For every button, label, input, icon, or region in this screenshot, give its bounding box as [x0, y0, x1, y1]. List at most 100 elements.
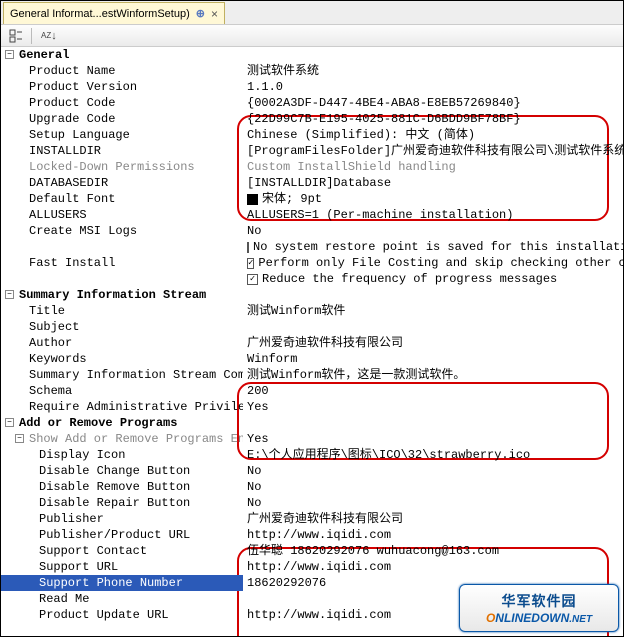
property-value[interactable] [243, 287, 623, 303]
property-label: Product Code [1, 95, 243, 111]
prop-sis_reqadmin[interactable]: Require Administrative PrivilegesYes [1, 399, 623, 415]
prop-sis_schema[interactable]: Schema200 [1, 383, 623, 399]
property-value[interactable]: 测试Winform软件，这是一款测试软件。 [243, 367, 623, 383]
property-value[interactable]: ✓Reduce the frequency of progress messag… [243, 271, 623, 287]
collapse-icon[interactable]: − [5, 50, 14, 59]
prop-arp_supporturl[interactable]: Support URLhttp://www.iqidi.com [1, 559, 623, 575]
prop-create_msi_logs[interactable]: Create MSI LogsNo [1, 223, 623, 239]
tab-general-information[interactable]: General Informat...estWinformSetup) ⊕ × [3, 2, 225, 24]
property-value[interactable]: 伍华聪 18620292076 wuhuacong@163.com [243, 543, 623, 559]
property-value[interactable]: 200 [243, 383, 623, 399]
prop-arp_readme[interactable]: Read Me [1, 591, 623, 607]
sort-az-button[interactable]: AZ↓ [38, 27, 60, 45]
tab-title: General Informat...estWinformSetup) [10, 8, 190, 20]
property-value[interactable]: http://www.iqidi.com [243, 527, 623, 543]
property-value[interactable]: 18620292076 [243, 575, 623, 591]
property-value[interactable]: http://www.iqidi.com [243, 559, 623, 575]
prop-setup_language[interactable]: Setup LanguageChinese (Simplified): 中文 (… [1, 127, 623, 143]
prop-arp_remove[interactable]: Disable Remove ButtonNo [1, 479, 623, 495]
property-value[interactable]: 测试Winform软件 [243, 303, 623, 319]
property-value[interactable] [243, 319, 623, 335]
prop-product_code[interactable]: Product Code{0002A3DF-D447-4BE4-ABA8-E8E… [1, 95, 623, 111]
property-label: Upgrade Code [1, 111, 243, 127]
prop-locked_down[interactable]: Locked-Down PermissionsCustom InstallShi… [1, 159, 623, 175]
prop-sis_author[interactable]: Author广州爱奇迪软件科技有限公司 [1, 335, 623, 351]
property-label: Summary Information Stream [1, 287, 243, 303]
property-value[interactable]: [ProgramFilesFolder]广州爱奇迪软件科技有限公司\测试软件系统 [243, 143, 623, 159]
prop-upgrade_code[interactable]: Upgrade Code{22D99C7B-E195-4025-881C-D6B… [1, 111, 623, 127]
property-value[interactable] [243, 47, 623, 63]
section-arp[interactable]: −Add or Remove Programs [1, 415, 623, 431]
property-label: Publisher/Product URL [1, 527, 243, 543]
property-value[interactable]: http://www.iqidi.com [243, 607, 623, 623]
property-value[interactable]: Yes [243, 399, 623, 415]
toolbar-separator [31, 28, 32, 44]
property-value[interactable]: ✓Perform only File Costing and skip chec… [243, 255, 623, 271]
property-value[interactable]: 1.1.0 [243, 79, 623, 95]
prop-product_version[interactable]: Product Version1.1.0 [1, 79, 623, 95]
pin-icon[interactable]: ⊕ [196, 7, 205, 20]
property-value[interactable]: 广州爱奇迪软件科技有限公司 [243, 511, 623, 527]
property-value[interactable]: {0002A3DF-D447-4BE4-ABA8-E8EB57269840} [243, 95, 623, 111]
property-value[interactable]: Chinese (Simplified): 中文 (简体) [243, 127, 623, 143]
property-label: Support Contact [1, 543, 243, 559]
property-value[interactable]: No [243, 463, 623, 479]
prop-allusers[interactable]: ALLUSERSALLUSERS=1 (Per-machine installa… [1, 207, 623, 223]
prop-arp_publisher[interactable]: Publisher广州爱奇迪软件科技有限公司 [1, 511, 623, 527]
prop-fast-install-opt[interactable]: Fast Install✓Perform only File Costing a… [1, 255, 623, 271]
prop-arp_contact[interactable]: Support Contact伍华聪 18620292076 wuhuacong… [1, 543, 623, 559]
property-value[interactable]: 测试软件系统 [243, 63, 623, 79]
property-value[interactable] [243, 591, 623, 607]
collapse-icon[interactable]: − [5, 418, 14, 427]
property-label: Locked-Down Permissions [1, 159, 243, 175]
section-general[interactable]: −General [1, 47, 623, 63]
prop-sis_title[interactable]: Title测试Winform软件 [1, 303, 623, 319]
checkbox-icon[interactable] [247, 242, 249, 253]
prop-databasedir[interactable]: DATABASEDIR[INSTALLDIR]Database [1, 175, 623, 191]
property-value[interactable]: [INSTALLDIR]Database [243, 175, 623, 191]
collapse-icon[interactable]: − [5, 290, 14, 299]
property-value[interactable]: Winform [243, 351, 623, 367]
prop-fast-install-opt[interactable]: ✓Reduce the frequency of progress messag… [1, 271, 623, 287]
prop-arp_icon[interactable]: Display IconE:\个人应用程序\图标\ICO\32\strawber… [1, 447, 623, 463]
prop-arp_puburl[interactable]: Publisher/Product URLhttp://www.iqidi.co… [1, 527, 623, 543]
property-value[interactable]: 广州爱奇迪软件科技有限公司 [243, 335, 623, 351]
close-icon[interactable]: × [211, 7, 218, 21]
checkbox-icon[interactable]: ✓ [247, 274, 258, 285]
property-label: Fast Install [1, 255, 243, 271]
property-value[interactable]: 宋体; 9pt [243, 191, 623, 207]
prop-arp_change[interactable]: Disable Change ButtonNo [1, 463, 623, 479]
property-grid[interactable]: 华军软件园 ONLINEDOWN.NET −GeneralProduct Nam… [1, 47, 623, 636]
prop-sis_comments[interactable]: Summary Information Stream Comments测试Win… [1, 367, 623, 383]
property-value[interactable]: No system restore point is saved for thi… [243, 239, 623, 255]
section-summary[interactable]: −Summary Information Stream [1, 287, 623, 303]
prop-sis_subject[interactable]: Subject [1, 319, 623, 335]
property-label: DATABASEDIR [1, 175, 243, 191]
property-label: Author [1, 335, 243, 351]
property-value[interactable]: Yes [243, 431, 623, 447]
property-label: Summary Information Stream Comments [1, 367, 243, 383]
property-value[interactable] [243, 415, 623, 431]
property-value[interactable]: No [243, 495, 623, 511]
property-value[interactable]: Custom InstallShield handling [243, 159, 623, 175]
prop-arp_show[interactable]: Show Add or Remove Programs EntryYes− [1, 431, 623, 447]
collapse-icon[interactable]: − [15, 434, 24, 443]
prop-product_name[interactable]: Product Name测试软件系统 [1, 63, 623, 79]
categorized-button[interactable] [7, 27, 25, 45]
property-label: Require Administrative Privileges [1, 399, 243, 415]
property-value[interactable]: No [243, 223, 623, 239]
checkbox-icon[interactable]: ✓ [247, 258, 254, 269]
prop-sis_keywords[interactable]: Keywords Winform [1, 351, 623, 367]
prop-fast-install-opt[interactable]: No system restore point is saved for thi… [1, 239, 623, 255]
prop-arp_phone[interactable]: Support Phone Number18620292076 [1, 575, 623, 591]
property-value[interactable]: {22D99C7B-E195-4025-881C-D6BDD9BF78BF} [243, 111, 623, 127]
prop-arp_updateurl[interactable]: Product Update URLhttp://www.iqidi.com [1, 607, 623, 623]
prop-arp_repair[interactable]: Disable Repair ButtonNo [1, 495, 623, 511]
prop-installdir[interactable]: INSTALLDIR[ProgramFilesFolder]广州爱奇迪软件科技有… [1, 143, 623, 159]
property-label: Product Name [1, 63, 243, 79]
property-value[interactable]: E:\个人应用程序\图标\ICO\32\strawberry.ico [243, 447, 623, 463]
property-value[interactable]: No [243, 479, 623, 495]
property-value[interactable]: ALLUSERS=1 (Per-machine installation) [243, 207, 623, 223]
property-label: ALLUSERS [1, 207, 243, 223]
prop-default_font[interactable]: Default Font宋体; 9pt [1, 191, 623, 207]
